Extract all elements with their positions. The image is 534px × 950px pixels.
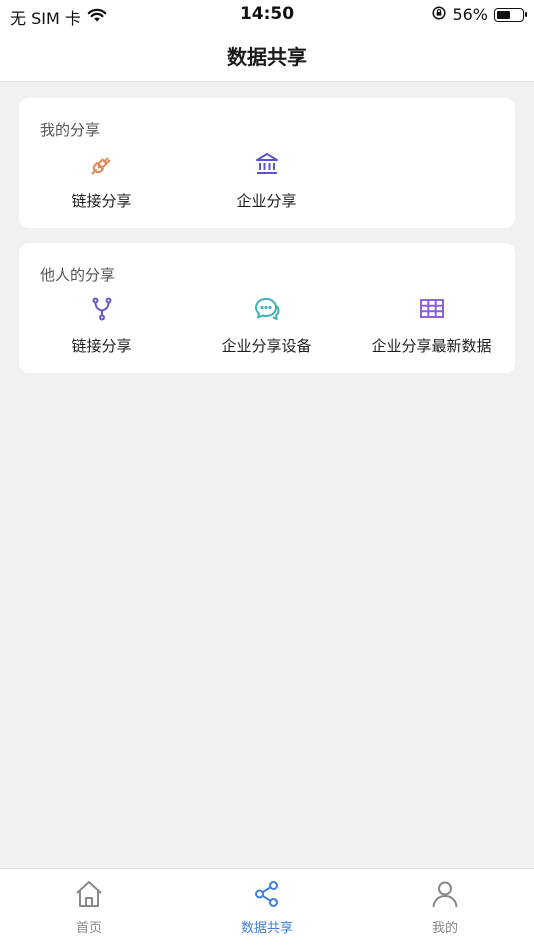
plug-icon <box>88 150 116 178</box>
tab-label: 首页 <box>75 921 102 936</box>
my-share-grid: 链接分享 企业分享 <box>19 150 515 211</box>
share-icon <box>252 879 282 909</box>
nav-bar: 数据共享 <box>0 30 534 82</box>
bank-icon <box>253 150 281 178</box>
enterprise-share-latest-data-button[interactable]: 企业分享最新数据 <box>349 295 514 356</box>
branch-icon <box>88 295 116 323</box>
battery-percent: 56% <box>452 5 488 24</box>
section-title: 他人的分享 <box>40 266 116 284</box>
others-share-grid: 链接分享 企业分享设备 企业分享最新数据 <box>19 295 515 356</box>
user-icon <box>430 879 460 909</box>
chat-bubble-icon <box>253 295 281 323</box>
table-grid-icon <box>418 295 446 323</box>
my-share-card: 我的分享 链接分享 企业分享 <box>19 98 515 228</box>
orientation-lock-icon <box>432 5 446 24</box>
my-enterprise-share-button[interactable]: 企业分享 <box>184 150 349 211</box>
tab-data-share[interactable]: 数据共享 <box>178 869 356 950</box>
home-icon <box>74 879 104 909</box>
grid-item-label: 链接分享 <box>71 337 132 355</box>
section-title: 我的分享 <box>40 121 101 139</box>
status-right: 56% <box>432 5 527 24</box>
grid-item-label: 企业分享 <box>236 192 297 210</box>
enterprise-share-device-button[interactable]: 企业分享设备 <box>184 295 349 356</box>
battery-icon <box>494 7 527 22</box>
my-link-share-button[interactable]: 链接分享 <box>19 150 184 211</box>
page-title: 数据共享 <box>227 45 307 69</box>
tab-label: 我的 <box>431 921 458 936</box>
tab-label: 数据共享 <box>240 921 293 936</box>
tab-mine[interactable]: 我的 <box>356 869 534 950</box>
tab-bar: 首页 数据共享 我的 <box>0 868 534 950</box>
others-share-card: 他人的分享 链接分享 企业分享设备 企业分享最新数据 <box>19 243 515 373</box>
grid-item-label: 链接分享 <box>71 192 132 210</box>
grid-item-label: 企业分享最新数据 <box>371 337 492 355</box>
others-link-share-button[interactable]: 链接分享 <box>19 295 184 356</box>
grid-item-label: 企业分享设备 <box>221 337 312 355</box>
tab-home[interactable]: 首页 <box>0 869 178 950</box>
status-bar: 无 SIM 卡 14:50 56% <box>0 0 534 30</box>
